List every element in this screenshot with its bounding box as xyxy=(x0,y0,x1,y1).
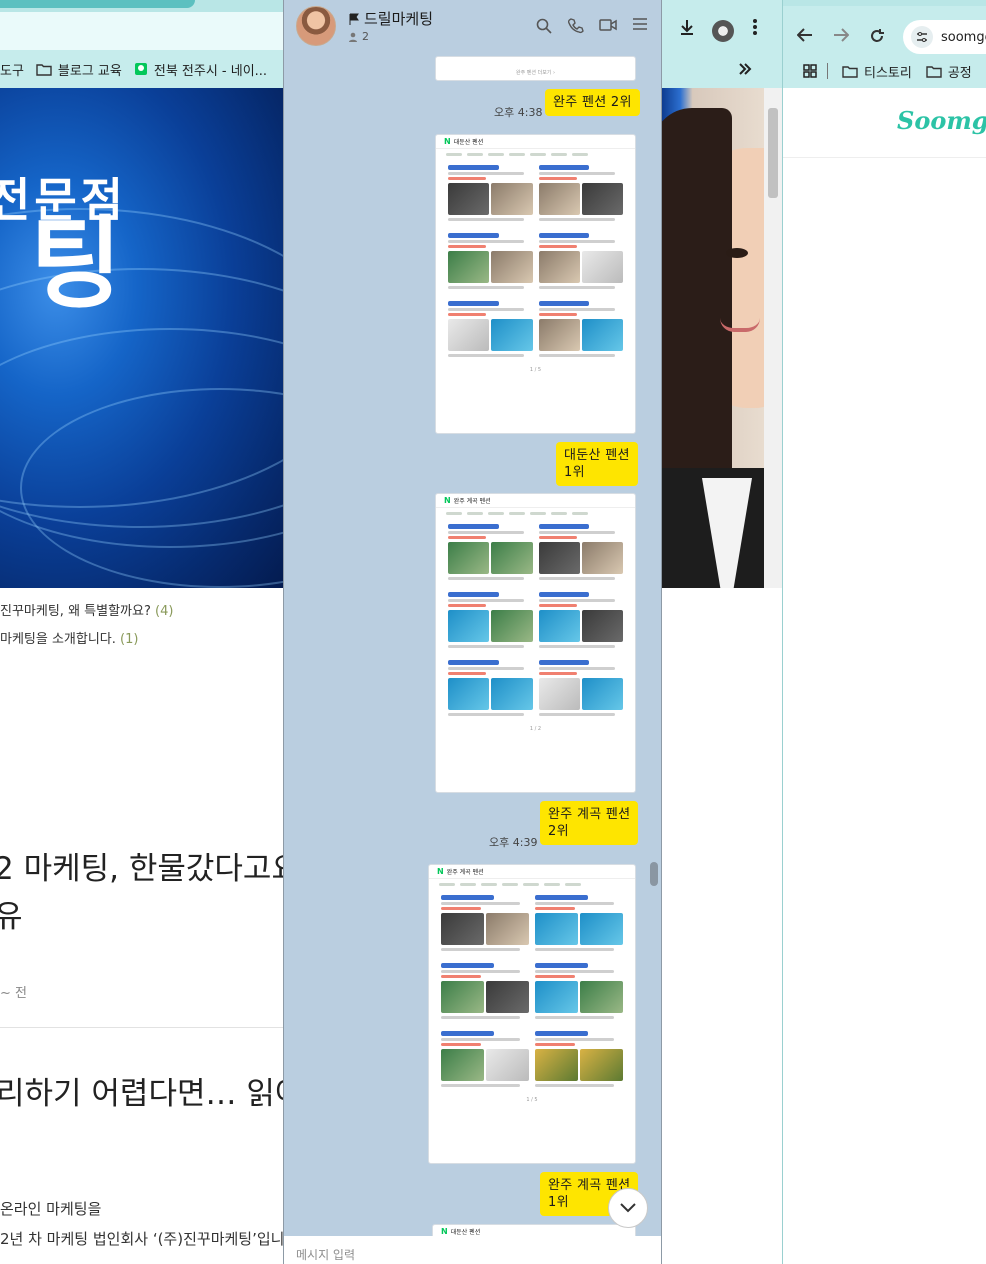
image-pager: 1 / 5 xyxy=(526,1097,538,1103)
article-paragraph: 온라인 마케팅을 xyxy=(0,1200,102,1218)
shared-image[interactable]: N 완주 계곡 펜션 1 / 5 xyxy=(428,864,636,1164)
search-icon[interactable] xyxy=(536,18,552,34)
hero-title: 팅 xyxy=(30,205,122,322)
more-vert-icon[interactable] xyxy=(752,18,758,36)
folder-icon xyxy=(926,65,942,78)
right-bookmarks-bar: 티스토리 공정 xyxy=(783,54,986,88)
chat-header: 드릴마케팅 2 xyxy=(284,0,661,56)
address-bar[interactable]: soomgo xyxy=(903,20,986,54)
post-list: 진꾸마케팅, 왜 특별할까요? (4) 마케팅을 소개합니다. (1) xyxy=(0,600,173,656)
soomgo-header: Soomgo xyxy=(783,88,986,158)
flag-icon xyxy=(349,13,359,25)
image-search-query: 완주 계곡 펜션 xyxy=(453,498,491,505)
post-list-item[interactable]: 마케팅을 소개합니다. (1) xyxy=(0,628,173,656)
back-icon[interactable] xyxy=(797,28,813,42)
left-browser-window: 도구 블로그 교육 전북 전주시 - 네이... 전문점 팅 진꾸마케팅, 왜 … xyxy=(0,0,283,1264)
chat-scrollbar[interactable] xyxy=(650,862,658,886)
map-pin-icon xyxy=(134,63,147,75)
bookmark-jeonju[interactable]: 전북 전주시 - 네이... xyxy=(134,60,267,79)
chevron-right-double-icon[interactable] xyxy=(738,62,752,76)
bookmark-folder[interactable]: 공정 xyxy=(948,62,972,81)
bookmark-tistory[interactable]: 티스토리 xyxy=(864,62,912,81)
bookmark-label: 전북 전주시 - 네이... xyxy=(153,63,268,79)
bookmark-label: 도구 xyxy=(0,63,24,79)
folder-icon xyxy=(36,63,52,76)
chat-room-name: 드릴마케팅 xyxy=(364,10,434,28)
folder-icon xyxy=(842,65,858,78)
profile-avatar[interactable] xyxy=(712,20,734,42)
soomgo-logo[interactable]: Soomgo xyxy=(897,106,986,135)
page-scrollbar[interactable] xyxy=(764,88,782,588)
chat-window: 드릴마케팅 2 완주 펜션 더보기 › 완주 펜션 2위 오후 4:38 N 대둔… xyxy=(283,0,662,1264)
shared-image[interactable]: 완주 펜션 더보기 › xyxy=(435,56,636,81)
download-icon[interactable] xyxy=(678,18,696,36)
bookmark-tools[interactable]: 도구 xyxy=(0,60,24,79)
bookmark-label: 블로그 교육 xyxy=(57,63,122,79)
chat-room-avatar[interactable] xyxy=(296,6,336,46)
reload-icon[interactable] xyxy=(869,28,885,44)
left-bookmarks-bar: 도구 블로그 교육 전북 전주시 - 네이... xyxy=(0,50,283,88)
site-settings-icon[interactable] xyxy=(911,26,933,48)
image-search-query: 대둔산 펜션 xyxy=(450,1229,481,1236)
blog-hero-banner: 전문점 팅 xyxy=(0,88,283,588)
bookmark-blog-education[interactable]: 블로그 교육 xyxy=(36,60,122,79)
message-input[interactable]: 메시지 입력 xyxy=(284,1236,661,1264)
message-time: 오후 4:39 xyxy=(489,836,538,849)
left-toolbar xyxy=(0,12,283,50)
menu-icon[interactable] xyxy=(633,18,647,30)
article-paragraph: 2년 차 마케팅 법인회사 ‘(주)진꾸마케팅’입니 xyxy=(0,1230,283,1248)
person-icon xyxy=(349,32,357,42)
scroll-to-bottom-button[interactable] xyxy=(608,1188,648,1228)
member-count: 2 xyxy=(362,30,369,43)
url-text: soomgo xyxy=(941,29,986,45)
middle-toolbar xyxy=(662,0,782,52)
shared-image[interactable]: N 대둔산 펜션 1 / 5 xyxy=(435,134,636,434)
left-active-tab[interactable] xyxy=(0,0,195,8)
message-bubble[interactable]: 대둔산 펜션 1위 xyxy=(556,442,638,486)
right-browser-window: soomgo 티스토리 공정 Soomgo xyxy=(782,0,986,1264)
video-icon[interactable] xyxy=(599,18,617,32)
model-photo-banner xyxy=(662,88,764,588)
phone-icon[interactable] xyxy=(568,18,584,34)
chat-message-list: 완주 펜션 더보기 › 완주 펜션 2위 오후 4:38 N 대둔산 펜션 1 /… xyxy=(284,56,661,1264)
article-meta: ~ 전 xyxy=(0,986,27,1001)
forward-icon[interactable] xyxy=(833,28,849,42)
apps-icon[interactable] xyxy=(803,64,817,78)
message-bubble[interactable]: 완주 계곡 펜션 2위 xyxy=(540,801,639,845)
image-pager: 1 / 5 xyxy=(529,367,542,373)
middle-bookmarks-bar xyxy=(662,52,782,88)
chevron-down-icon xyxy=(620,1203,636,1213)
message-bubble[interactable]: 완주 펜션 2위 xyxy=(545,89,640,116)
image-search-query: 대둔산 펜션 xyxy=(453,139,484,146)
image-search-query: 완주 계곡 펜션 xyxy=(446,869,484,876)
article-title-2[interactable]: 리하기 어렵다면… 읽어보 xyxy=(0,1068,283,1113)
message-time: 오후 4:38 xyxy=(494,106,543,119)
image-caption: 완주 펜션 더보기 › xyxy=(516,70,555,76)
middle-browser-window xyxy=(662,0,782,1264)
shared-image[interactable]: N 완주 계곡 펜션 1 / 2 xyxy=(435,493,636,793)
divider xyxy=(0,1027,283,1028)
post-list-item[interactable]: 진꾸마케팅, 왜 특별할까요? (4) xyxy=(0,600,173,628)
image-pager: 1 / 2 xyxy=(529,726,542,732)
article-title[interactable]: 2 마케팅, 한물갔다고요 유 xyxy=(0,845,283,941)
right-toolbar: soomgo xyxy=(783,6,986,54)
